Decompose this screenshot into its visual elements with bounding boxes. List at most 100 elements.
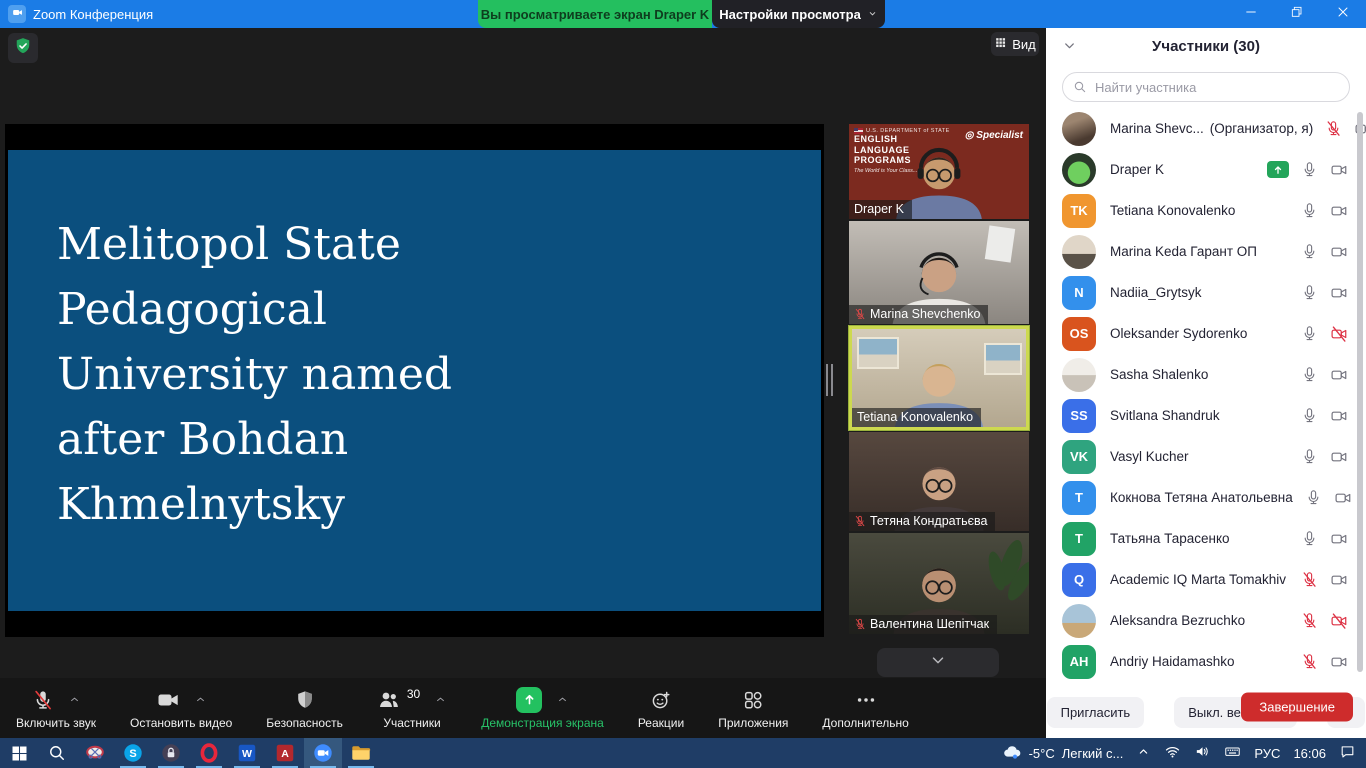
reactions-icon xyxy=(650,689,672,711)
screen-share-badge xyxy=(1267,161,1289,178)
restore-button[interactable] xyxy=(1274,0,1320,28)
participants-scrollbar[interactable] xyxy=(1357,112,1363,672)
taskbar-search-button[interactable] xyxy=(38,738,76,768)
participants-button[interactable]: 30Участники xyxy=(377,687,447,730)
title-bar: Zoom Конференция Вы просматриваете экран… xyxy=(0,0,1366,28)
word-icon: W xyxy=(236,742,258,764)
participants-count-badge: 30 xyxy=(407,687,420,701)
mic-icon xyxy=(1301,366,1318,383)
tray-expand-chevron-icon[interactable] xyxy=(1136,744,1151,762)
meeting-toolbar: Включить звук Остановить видео Безопасност… xyxy=(0,678,1046,738)
unmute-button[interactable]: Включить звук xyxy=(16,687,96,730)
mic-muted-icon xyxy=(854,308,866,320)
search-icon xyxy=(1072,79,1088,100)
camera-icon xyxy=(1330,202,1348,220)
view-button[interactable]: Вид xyxy=(991,32,1039,56)
participant-row[interactable]: QAcademic IQ Marta Tomakhiv xyxy=(1046,559,1366,600)
volume-icon[interactable] xyxy=(1194,743,1211,763)
avatar xyxy=(1062,112,1096,146)
panel-collapse-chevron-icon[interactable] xyxy=(1062,38,1077,57)
taskbar-word[interactable]: W xyxy=(228,738,266,768)
language-indicator[interactable]: РУС xyxy=(1254,746,1280,761)
participant-row[interactable]: AHAndriy Haidamashko xyxy=(1046,641,1366,682)
video-tile-marina[interactable]: Marina Shevchenko xyxy=(849,221,1029,324)
participant-name: Aleksandra Bezruchko xyxy=(1110,613,1245,628)
chevron-up-icon[interactable] xyxy=(434,693,447,706)
avatar: N xyxy=(1062,276,1096,310)
more-icon xyxy=(855,689,877,711)
clock[interactable]: 16:06 xyxy=(1293,746,1326,761)
participants-list: Marina Shevc...(Организатор, я)Draper KT… xyxy=(1046,108,1366,682)
close-button[interactable] xyxy=(1320,0,1366,28)
participant-row[interactable]: Draper K xyxy=(1046,149,1366,190)
participant-row[interactable]: TKTetiana Konovalenko xyxy=(1046,190,1366,231)
participant-row[interactable]: VKVasyl Kucher xyxy=(1046,436,1366,477)
participant-name: Vasyl Kucher xyxy=(1110,449,1189,464)
avatar xyxy=(1062,604,1096,638)
participant-row[interactable]: Marina Keda Гарант ОП xyxy=(1046,231,1366,272)
taskbar-opera[interactable] xyxy=(190,738,228,768)
security-button[interactable]: Безопасность xyxy=(266,687,343,730)
participant-row[interactable]: NNadiia_Grytsyk xyxy=(1046,272,1366,313)
participant-row[interactable]: OSOleksander Sydorenko xyxy=(1046,313,1366,354)
taskbar-snipping-tool[interactable] xyxy=(76,738,114,768)
mic-icon xyxy=(1301,243,1318,260)
avatar: AH xyxy=(1062,645,1096,679)
avatar xyxy=(1062,235,1096,269)
video-tile-tetiana[interactable]: Tetiana Konovalenko xyxy=(849,326,1029,430)
mic-icon xyxy=(1301,202,1318,219)
presentation-slide: Melitopol StatePedagogicalUniversity nam… xyxy=(8,150,821,611)
video-tile-kondratieva[interactable]: Тетяна Кондратьєва xyxy=(849,432,1029,531)
participant-row[interactable]: Marina Shevc...(Организатор, я) xyxy=(1046,108,1366,149)
share-screen-button[interactable]: Демонстрация экрана xyxy=(481,687,604,730)
participant-row[interactable]: Sasha Shalenko xyxy=(1046,354,1366,395)
english-language-programs-branding: U.S. DEPARTMENT of STATE ENGLISHLANGUAGE… xyxy=(854,128,950,174)
svg-text:A: A xyxy=(281,748,289,760)
participant-row[interactable]: TКокнова Тетяна Анатольевна xyxy=(1046,477,1366,518)
shield-icon xyxy=(294,689,316,711)
mic-icon xyxy=(1301,325,1318,342)
avatar: T xyxy=(1062,522,1096,556)
collapse-videos-button[interactable] xyxy=(877,648,999,677)
toolbar-label: Реакции xyxy=(638,716,684,730)
end-meeting-button[interactable]: Завершение xyxy=(1241,693,1353,722)
reactions-button[interactable]: Реакции xyxy=(638,687,684,730)
taskbar-password-lock[interactable] xyxy=(152,738,190,768)
camera-icon xyxy=(1330,407,1348,425)
security-shield-button[interactable] xyxy=(8,33,38,63)
apps-button[interactable]: Приложения xyxy=(718,687,788,730)
chevron-up-icon[interactable] xyxy=(68,693,81,706)
snipping-tool-icon xyxy=(84,742,106,764)
participant-row[interactable]: SS Svitlana Shandruk xyxy=(1046,395,1366,436)
avatar: SS xyxy=(1062,399,1096,433)
camera-icon xyxy=(1330,243,1348,261)
taskbar-start-button[interactable] xyxy=(0,738,38,768)
touch-keyboard-icon[interactable] xyxy=(1224,743,1241,763)
invite-button[interactable]: Пригласить xyxy=(1047,697,1145,728)
stop-video-button[interactable]: Остановить видео xyxy=(130,687,232,730)
avatar: TK xyxy=(1062,194,1096,228)
participant-row[interactable]: TТатьяна Тарасенко xyxy=(1046,518,1366,559)
weather-widget[interactable]: -5°C Легкий с... xyxy=(1002,742,1124,765)
more-button[interactable]: Дополнительно xyxy=(822,687,908,730)
svg-text:W: W xyxy=(242,748,252,760)
taskbar-acrobat[interactable]: A xyxy=(266,738,304,768)
chevron-up-icon[interactable] xyxy=(194,693,207,706)
search-input[interactable] xyxy=(1062,72,1350,102)
participant-name: Sasha Shalenko xyxy=(1110,367,1208,382)
taskbar-skype[interactable]: S xyxy=(114,738,152,768)
video-tile-draper[interactable]: U.S. DEPARTMENT of STATE ENGLISHLANGUAGE… xyxy=(849,124,1029,219)
video-tile-valentyna[interactable]: Валентина Шепітчак xyxy=(849,533,1029,634)
view-settings-dropdown[interactable]: Настройки просмотра xyxy=(712,0,885,28)
video-panel-resize-handle[interactable] xyxy=(826,364,834,396)
notification-center-icon[interactable] xyxy=(1339,743,1356,763)
toolbar-label: Демонстрация экрана xyxy=(481,716,604,730)
taskbar-zoom[interactable] xyxy=(304,738,342,768)
taskbar-file-explorer[interactable] xyxy=(342,738,380,768)
minimize-button[interactable] xyxy=(1228,0,1274,28)
wifi-icon[interactable] xyxy=(1164,743,1181,763)
chevron-up-icon[interactable] xyxy=(556,693,569,706)
participant-row[interactable]: Aleksandra Bezruchko xyxy=(1046,600,1366,641)
camera-icon xyxy=(1330,653,1348,671)
participant-name: Svitlana Shandruk xyxy=(1110,408,1220,423)
